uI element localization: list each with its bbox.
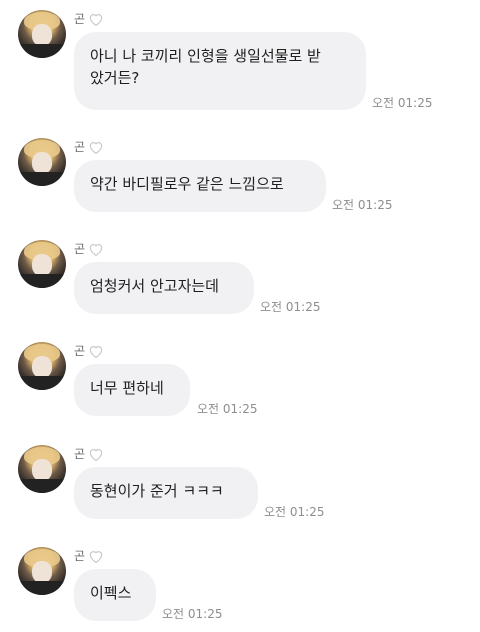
message-bubble[interactable]: 엄청커서 안고자는데 xyxy=(74,262,254,314)
avatar[interactable] xyxy=(18,547,66,595)
message-bubble[interactable]: 아니 나 코끼리 인형을 생일선물로 받 았거든? xyxy=(74,32,366,110)
message-bubble[interactable]: 동현이가 준거 ㅋㅋㅋ xyxy=(74,467,258,519)
sender-name: 곤 xyxy=(74,447,86,461)
heart-icon[interactable] xyxy=(87,342,105,360)
sender-name: 곤 xyxy=(74,12,86,26)
heart-icon[interactable] xyxy=(87,445,105,463)
avatar[interactable] xyxy=(18,138,66,186)
avatar[interactable] xyxy=(18,240,66,288)
heart-icon[interactable] xyxy=(87,547,105,565)
message-time: 오전 01:25 xyxy=(332,198,393,212)
sender-row: 곤 xyxy=(74,342,105,360)
sender-name: 곤 xyxy=(74,242,86,256)
chat-thread: 곤 아니 나 코끼리 인형을 생일선물로 받 았거든? 오전 01:25 곤 약… xyxy=(0,0,480,632)
heart-icon[interactable] xyxy=(87,10,105,28)
message-time: 오전 01:25 xyxy=(197,402,258,416)
heart-icon[interactable] xyxy=(87,240,105,258)
sender-row: 곤 xyxy=(74,138,105,156)
heart-icon[interactable] xyxy=(87,138,105,156)
sender-name: 곤 xyxy=(74,549,86,563)
avatar[interactable] xyxy=(18,445,66,493)
sender-row: 곤 xyxy=(74,445,105,463)
avatar[interactable] xyxy=(18,342,66,390)
message-time: 오전 01:25 xyxy=(162,607,223,621)
message-time: 오전 01:25 xyxy=(264,505,325,519)
sender-row: 곤 xyxy=(74,10,105,28)
sender-name: 곤 xyxy=(74,140,86,154)
sender-name: 곤 xyxy=(74,344,86,358)
message-time: 오전 01:25 xyxy=(260,300,321,314)
sender-row: 곤 xyxy=(74,547,105,565)
message-bubble[interactable]: 약간 바디필로우 같은 느낌으로 xyxy=(74,160,326,212)
avatar[interactable] xyxy=(18,10,66,58)
message-bubble[interactable]: 너무 편하네 xyxy=(74,364,190,416)
sender-row: 곤 xyxy=(74,240,105,258)
message-time: 오전 01:25 xyxy=(372,96,433,110)
message-bubble[interactable]: 이펙스 xyxy=(74,569,156,621)
